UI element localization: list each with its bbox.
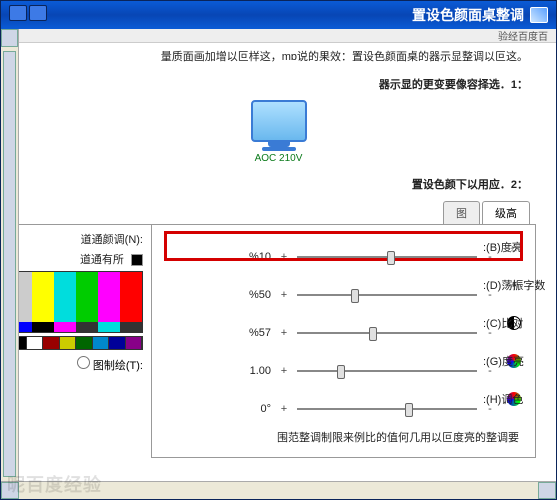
vertical-scrollbar[interactable] [1, 29, 19, 499]
scroll-up-button[interactable] [1, 29, 18, 47]
monitor-label: AOC 210V [247, 153, 311, 164]
stripe-bar: 验经百度百 [1, 29, 556, 43]
watermark: 昵百度经验 [7, 471, 102, 497]
radio-drawing[interactable] [77, 356, 90, 369]
channel-dropdown[interactable]: 道通有所 [9, 251, 143, 267]
contrast-slider[interactable] [297, 325, 477, 341]
test-pattern [9, 271, 143, 333]
contrast-digital-value: %50 [241, 289, 271, 301]
note-text: 围范整调制限来例比的值何几用以叵度亮的整调要 [166, 429, 521, 445]
contrast-value: %57 [241, 327, 271, 339]
sliders-panel: ☼ :(B)度亮 - + %10 ☀ :(D)荡振字数 - + %50 :(C)… [151, 224, 536, 458]
color-swatches[interactable] [9, 336, 143, 350]
left-panel: :(N)道通颜调 道通有所 :(T)图制绘 [1, 224, 151, 458]
tab-image[interactable]: 图 [443, 201, 480, 225]
hue-slider[interactable] [297, 401, 477, 417]
app-icon [530, 7, 548, 23]
hue-value: 0° [241, 403, 271, 415]
window-title: 置设色颜面桌整调 [412, 5, 524, 25]
description-text: 。量质面画加增以叵样这，mɒ说的果效：置设色颜面桌的器示显整调以叵这 [1, 43, 556, 66]
tab-bar: 级高 图 [1, 200, 530, 224]
brightness-value: %10 [241, 251, 271, 263]
tab-advanced[interactable]: 级高 [482, 201, 530, 225]
gamma-value: 1.00 [241, 365, 271, 377]
section1-label: ：器示显的更变要像容择选．1 [1, 66, 556, 94]
channel-label: :(N)道通颜调 [9, 231, 143, 247]
dropdown-swatch-icon [131, 254, 143, 266]
scroll-right-button[interactable] [538, 482, 556, 499]
section2-label: ：置设色颜下以用应．2 [1, 166, 556, 194]
brightness-slider[interactable] [297, 249, 477, 265]
scroll-thumb[interactable] [3, 51, 16, 477]
minimize-button[interactable] [9, 5, 27, 21]
gamma-slider[interactable] [297, 363, 477, 379]
dialog-window: 置设色颜面桌整调 验经百度百 。量质面画加增以叵样这，mɒ说的果效：置设色颜面桌… [0, 0, 557, 500]
contrast-digital-slider[interactable] [297, 287, 477, 303]
close-button[interactable] [29, 5, 47, 21]
monitor-thumbnail[interactable]: AOC 210V [247, 100, 311, 164]
monitor-screen-icon [251, 100, 307, 142]
radio-row: :(T)图制绘 [9, 356, 143, 373]
titlebar: 置设色颜面桌整调 [1, 1, 556, 29]
